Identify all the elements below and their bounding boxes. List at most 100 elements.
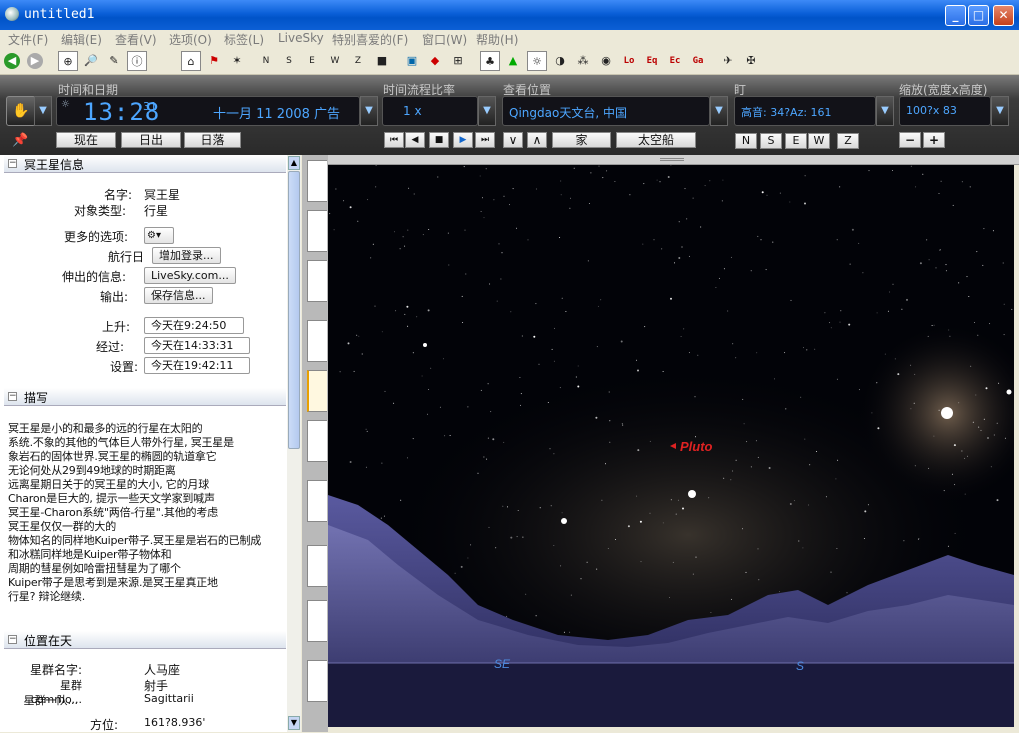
side-tab[interactable] (307, 600, 327, 642)
now-button[interactable]: 现在 (56, 132, 116, 148)
rate-field[interactable]: 1 x (382, 96, 478, 126)
datetime-field[interactable]: ☼ 13:28 31 十一月 11 2008 广告 (56, 96, 360, 126)
menu-edit[interactable]: 编辑(E) (61, 31, 102, 48)
ecliptic-icon[interactable]: Ec (665, 51, 685, 71)
bright-star[interactable] (561, 518, 567, 524)
info-scrollbar[interactable]: ▲ ▼ (287, 155, 301, 732)
sunrise-button[interactable]: 日出 (121, 132, 181, 148)
edit-icon[interactable]: ✎ (104, 51, 124, 71)
bright-star[interactable] (1006, 389, 1012, 395)
star-icon[interactable]: ✶ (227, 51, 247, 71)
globe-icon[interactable]: ⊕ (58, 51, 78, 71)
options-button[interactable]: ⚙▾ (144, 227, 174, 244)
pin-icon[interactable]: 📌 (12, 133, 28, 148)
menu-livesky[interactable]: LiveSky (278, 31, 324, 45)
menu-favorites[interactable]: 特别喜爱的(F) (332, 31, 408, 48)
side-tab[interactable] (307, 545, 327, 587)
zoom-dropdown-icon[interactable]: ▼ (991, 96, 1009, 126)
stop-button[interactable]: ■ (429, 132, 449, 148)
menu-labels[interactable]: 标签(L) (224, 31, 264, 48)
magnifier-icon[interactable]: 🔎 (81, 51, 101, 71)
mountain-icon[interactable]: ▲ (503, 51, 523, 71)
maximize-button[interactable]: □ (968, 5, 989, 26)
target-icon[interactable]: ◉ (596, 51, 616, 71)
step-back-button[interactable]: ◀ (405, 132, 425, 148)
collapse-icon[interactable]: − (8, 159, 17, 168)
livesky-button[interactable]: LiveSky.com... (144, 267, 236, 284)
north-icon[interactable]: N (256, 51, 276, 71)
zoom-out-button[interactable]: − (899, 132, 921, 148)
bright-star[interactable] (688, 490, 696, 498)
section-header-description[interactable]: − 描写 (4, 388, 286, 406)
zoom-field[interactable]: 100?x 83 (899, 96, 991, 126)
bright-planet[interactable] (941, 407, 953, 419)
side-tab[interactable] (307, 660, 327, 702)
east-icon[interactable]: E (302, 51, 322, 71)
section-header-info[interactable]: − 冥王星信息 (4, 155, 286, 173)
sunset-button[interactable]: 日落 (184, 132, 241, 148)
rate-dropdown-icon[interactable]: ▼ (478, 96, 496, 126)
moon-icon[interactable]: ◑ (550, 51, 570, 71)
constellation-icon[interactable]: ⁂ (573, 51, 593, 71)
galactic-icon[interactable]: Ga (688, 51, 708, 71)
side-tab[interactable] (307, 210, 327, 252)
south-icon[interactable]: S (279, 51, 299, 71)
menu-view[interactable]: 查看(V) (115, 31, 157, 48)
close-button[interactable]: ✕ (993, 5, 1014, 26)
skip-back-button[interactable]: ⏮ (384, 132, 404, 148)
sky-canvas[interactable]: Pluto SE S (328, 165, 1014, 727)
title-bar[interactable]: untitled1 _ □ ✕ (0, 0, 1019, 30)
location-dropdown-icon[interactable]: ▼ (710, 96, 728, 126)
bright-star[interactable] (423, 343, 427, 347)
side-tab[interactable] (307, 260, 327, 302)
zenith-icon[interactable]: Z (348, 51, 368, 71)
splitter[interactable] (328, 155, 1019, 165)
back-icon[interactable]: ◀ (4, 53, 20, 69)
flag-icon[interactable]: ⚑ (204, 51, 224, 71)
side-tab-active[interactable] (307, 370, 327, 412)
dir-s-button[interactable]: S (760, 133, 782, 149)
zoom-in-button[interactable]: + (923, 132, 945, 148)
skip-forward-button[interactable]: ⏭ (475, 132, 495, 148)
dir-z-button[interactable]: Z (837, 133, 859, 149)
sky-view[interactable]: Pluto SE S (328, 165, 1014, 727)
location-field[interactable]: Qingdao天文台, 中国 (502, 96, 710, 126)
menu-options[interactable]: 选项(O) (169, 31, 212, 48)
forward-icon[interactable]: ▶ (27, 53, 43, 69)
side-tab[interactable] (307, 160, 327, 202)
menu-help[interactable]: 帮助(H) (476, 31, 518, 48)
scroll-down-icon[interactable]: ▼ (288, 716, 300, 730)
look-up-button[interactable]: ∧ (527, 132, 547, 148)
look-down-button[interactable]: ∨ (503, 132, 523, 148)
pluto-label[interactable]: Pluto (680, 439, 713, 454)
minimize-button[interactable]: _ (945, 5, 966, 26)
dir-n-button[interactable]: N (735, 133, 757, 149)
side-tab[interactable] (307, 420, 327, 462)
satellite-icon[interactable]: ✠ (741, 51, 761, 71)
equatorial-icon[interactable]: Eq (642, 51, 662, 71)
west-icon[interactable]: W (325, 51, 345, 71)
direction-dropdown-icon[interactable]: ▼ (876, 96, 894, 126)
side-tab[interactable] (307, 320, 327, 362)
side-tab[interactable] (307, 480, 327, 522)
chevron-down-icon[interactable]: ▼ (34, 96, 52, 126)
section-header-position[interactable]: − 位置在天 (4, 631, 286, 649)
spaceship-icon[interactable]: ✈ (718, 51, 738, 71)
scroll-up-icon[interactable]: ▲ (288, 156, 300, 170)
hand-icon[interactable]: ✋ (6, 96, 36, 126)
menu-file[interactable]: 文件(F) (8, 31, 48, 48)
scroll-thumb[interactable] (288, 171, 300, 449)
date-dropdown-icon[interactable]: ▼ (360, 96, 378, 126)
diamond-icon[interactable]: ◆ (425, 51, 445, 71)
collapse-icon[interactable]: − (8, 635, 17, 644)
sun-icon[interactable]: ☼ (527, 51, 547, 71)
home-icon[interactable]: ⌂ (181, 51, 201, 71)
stop-icon[interactable]: ■ (372, 51, 392, 71)
add-log-button[interactable]: 增加登录... (152, 247, 221, 264)
grid-icon[interactable]: ⊞ (448, 51, 468, 71)
dir-w-button[interactable]: W (808, 133, 830, 149)
play-button[interactable]: ▶ (453, 132, 473, 148)
tree-icon[interactable]: ♣ (480, 51, 500, 71)
direction-field[interactable]: 高音: 34?Az: 161 (734, 96, 876, 126)
local-coords-icon[interactable]: Lo (619, 51, 639, 71)
